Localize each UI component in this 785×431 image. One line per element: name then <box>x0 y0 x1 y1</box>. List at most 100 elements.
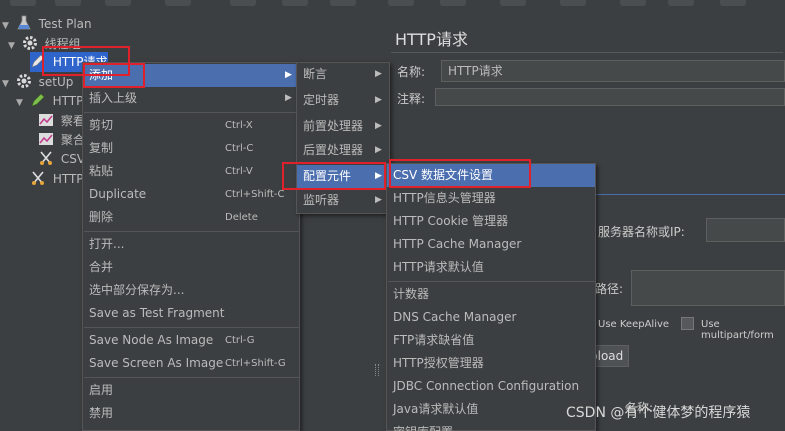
add-submenu: 断言 ▶ 定时器 ▶ 前置处理器 ▶ 后置处理器 ▶ 配置元件 ▶ 监听器 ▶ <box>296 62 390 214</box>
collapse-arrow-icon[interactable]: ▼ <box>2 74 12 94</box>
toolbar-button[interactable] <box>330 0 356 6</box>
menu-item-http-cookie-manager[interactable]: HTTP Cookie 管理器 <box>387 210 595 233</box>
menu-separator <box>84 231 300 232</box>
tree-item-aggregate[interactable]: 聚合 <box>38 130 85 150</box>
panel-title: HTTP请求 <box>395 30 468 49</box>
comment-label: 注释: <box>397 92 426 106</box>
menu-item-pre-processors[interactable]: 前置处理器 ▶ <box>297 115 389 138</box>
menu-item-insert-parent[interactable]: 插入上级 ▶ <box>83 87 299 110</box>
tree-item-http-3[interactable]: HTTP <box>30 169 84 189</box>
toolbar-button[interactable] <box>105 0 131 6</box>
menu-item-enable[interactable]: 启用 <box>83 379 299 402</box>
tree-item-http-2[interactable]: ▼ HTTP <box>16 91 83 111</box>
multipart-checkbox[interactable] <box>681 317 694 330</box>
menu-item-save-selection-as[interactable]: 选中部分保存为... <box>83 279 299 302</box>
menu-item-disable[interactable]: 禁用 <box>83 402 299 425</box>
menu-item-http-authorization-manager[interactable]: HTTP授权管理器 <box>387 352 595 375</box>
name-field[interactable]: HTTP请求 <box>441 60 785 82</box>
collapse-arrow-icon[interactable]: ▼ <box>8 36 18 56</box>
tree-item-label: HTTP <box>52 172 84 186</box>
menu-separator <box>388 281 596 282</box>
divider <box>391 52 783 53</box>
name-label: 名称: <box>397 65 426 79</box>
menu-item-label: Save Screen As Image <box>89 356 224 370</box>
multipart-label: Use multipart/form <box>701 319 774 341</box>
menu-item-dns-cache-manager[interactable]: DNS Cache Manager <box>387 306 595 329</box>
toolbar-button[interactable] <box>55 0 81 6</box>
toolbar-button[interactable] <box>500 0 526 6</box>
menu-item-shortcut: Delete <box>225 212 258 223</box>
menu-item-label: HTTP授权管理器 <box>393 356 484 370</box>
pencil-icon <box>31 93 45 107</box>
menu-item-java-request-defaults[interactable]: Java请求默认值 <box>387 398 595 421</box>
menu-item-delete[interactable]: 删除 Delete <box>83 206 299 229</box>
watermark-text: CSDN @有个健体梦的程序猿 <box>566 405 751 421</box>
flask-icon <box>17 15 31 30</box>
menu-item-copy[interactable]: 复制 Ctrl-C <box>83 137 299 160</box>
annotation-box-add-item <box>83 63 145 88</box>
menu-item-jdbc-connection-configuration[interactable]: JDBC Connection Configuration <box>387 375 595 398</box>
submenu-arrow-icon: ▶ <box>285 70 292 80</box>
menu-item-label: Duplicate <box>89 187 147 201</box>
path-label: 路径: <box>595 282 624 296</box>
server-name-field[interactable] <box>706 218 785 242</box>
menu-item-assertions[interactable]: 断言 ▶ <box>297 63 389 86</box>
menu-item-label: 插入上级 <box>89 91 138 105</box>
toolbar-button[interactable] <box>165 0 191 6</box>
menu-item-save-as-test-fragment[interactable]: Save as Test Fragment <box>83 302 299 325</box>
toolbar-button[interactable] <box>620 0 646 6</box>
menu-item-http-header-manager[interactable]: HTTP信息头管理器 <box>387 187 595 210</box>
submenu-arrow-icon: ▶ <box>285 93 292 103</box>
keepalive-label: Use KeepAlive <box>598 319 670 330</box>
menu-item-http-request-defaults[interactable]: HTTP请求默认值 <box>387 256 595 279</box>
chart-icon <box>39 114 53 126</box>
toolbar-button[interactable] <box>10 0 36 6</box>
annotation-box-config-elements-item <box>282 162 386 190</box>
menu-item-label: 断言 <box>303 67 328 81</box>
menu-item-listeners[interactable]: 监听器 ▶ <box>297 189 389 212</box>
splitter-handle[interactable] <box>375 364 379 376</box>
menu-item-label: 前置处理器 <box>303 119 364 133</box>
toolbar-button[interactable] <box>282 0 308 6</box>
menu-separator <box>84 327 300 328</box>
tree-item-test-plan[interactable]: ▼ Test Plan <box>2 14 92 34</box>
menu-item-shortcut: Ctrl-V <box>225 166 253 177</box>
comment-field[interactable] <box>435 88 785 106</box>
menu-item-counter[interactable]: 计数器 <box>387 283 595 306</box>
menu-item-save-screen-as-image[interactable]: Save Screen As Image Ctrl+Shift-G <box>83 352 299 375</box>
menu-item-label: DNS Cache Manager <box>393 310 517 324</box>
toolbar-button[interactable] <box>230 0 256 6</box>
menu-item-label: 复制 <box>89 141 114 155</box>
menu-item-save-node-as-image[interactable]: Save Node As Image Ctrl-G <box>83 329 299 352</box>
path-field[interactable] <box>631 270 785 306</box>
menu-item-timers[interactable]: 定时器 ▶ <box>297 89 389 112</box>
menu-item-paste[interactable]: 粘贴 Ctrl-V <box>83 160 299 183</box>
toolbar-button[interactable] <box>388 0 414 6</box>
toolbar-button[interactable] <box>720 0 746 6</box>
tree-item-label: Test Plan <box>38 17 92 31</box>
tree-item-view-results[interactable]: 察看 <box>38 111 85 131</box>
menu-item-keystore-configuration[interactable]: 密钥库配置 <box>387 421 595 431</box>
menu-item-ftp-request-defaults[interactable]: FTP请求缺省值 <box>387 329 595 352</box>
scissors-icon <box>40 151 52 165</box>
menu-item-post-processors[interactable]: 后置处理器 ▶ <box>297 139 389 162</box>
menu-item-label: HTTP请求默认值 <box>393 260 484 274</box>
tree-item-label: setUp <box>38 75 74 89</box>
menu-item-cut[interactable]: 剪切 Ctrl-X <box>83 114 299 137</box>
collapse-arrow-icon[interactable]: ▼ <box>2 16 12 36</box>
menu-item-merge[interactable]: 合并 <box>83 256 299 279</box>
toolbar-button[interactable] <box>560 0 586 6</box>
menu-item-open[interactable]: 打开... <box>83 233 299 256</box>
toolbar-button[interactable] <box>668 0 694 6</box>
tree-item-csv[interactable]: CSV <box>38 149 85 169</box>
toolbar-button[interactable] <box>440 0 466 6</box>
collapse-arrow-icon[interactable]: ▼ <box>16 93 26 113</box>
menu-item-duplicate[interactable]: Duplicate Ctrl+Shift-C <box>83 183 299 206</box>
menu-item-label: 密钥库配置 <box>393 421 453 431</box>
menu-item-label: 打开... <box>89 237 125 251</box>
menu-item-http-cache-manager[interactable]: HTTP Cache Manager <box>387 233 595 256</box>
menu-item-label: Save as Test Fragment <box>89 306 225 320</box>
menu-separator <box>84 112 300 113</box>
menu-item-label: Java请求默认值 <box>393 402 479 416</box>
menu-item-label: 删除 <box>89 210 114 224</box>
